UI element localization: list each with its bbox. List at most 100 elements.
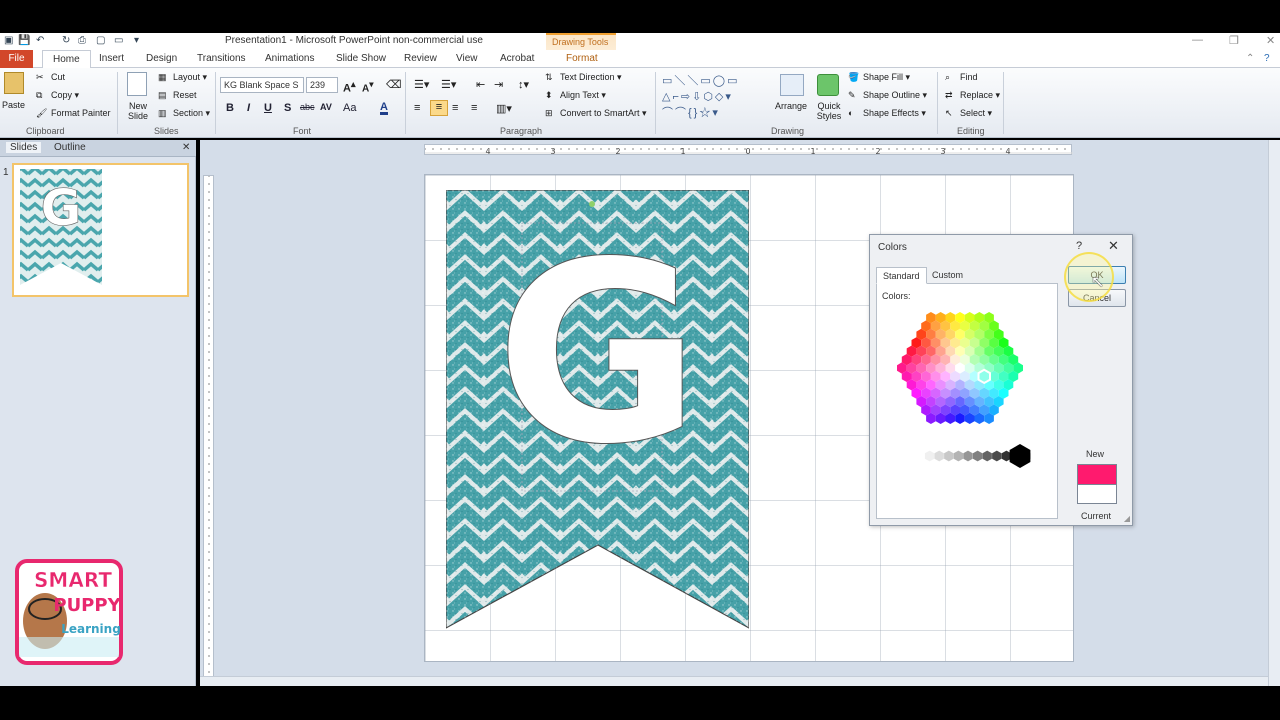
tab-outline-panel[interactable]: Outline xyxy=(54,142,86,153)
close-panel-icon[interactable]: ✕ xyxy=(182,142,190,153)
underline-button[interactable]: U xyxy=(264,102,272,114)
tab-acrobat[interactable]: Acrobat xyxy=(500,53,534,64)
reset-button[interactable]: ▤ Reset xyxy=(158,90,197,101)
tab-slideshow[interactable]: Slide Show xyxy=(336,53,386,64)
notes-divider[interactable] xyxy=(200,676,1268,686)
smartart-icon: ⊞ xyxy=(545,108,553,119)
tab-animations[interactable]: Animations xyxy=(265,53,314,64)
reset-label: Reset xyxy=(173,90,197,100)
black-cell xyxy=(1009,444,1031,468)
minimize-icon[interactable]: — xyxy=(1192,34,1203,46)
tab-file[interactable]: File xyxy=(0,50,33,68)
select-label: Select xyxy=(960,108,986,118)
close-window-icon[interactable]: ✕ xyxy=(1266,34,1275,47)
vertical-scrollbar[interactable] xyxy=(1268,140,1280,686)
font-family-combo[interactable]: KG Blank Space S xyxy=(220,77,304,93)
new-slide-icon[interactable] xyxy=(127,72,147,96)
save-icon[interactable]: 💾 xyxy=(18,35,30,46)
tab-standard[interactable]: Standard xyxy=(876,267,927,284)
slide-thumbnail[interactable]: G xyxy=(12,163,189,297)
strikethrough-button[interactable]: abc xyxy=(300,102,315,112)
tab-review[interactable]: Review xyxy=(404,53,437,64)
clipboard-group-label: Clipboard xyxy=(26,126,65,136)
new-file-icon[interactable]: ▢ xyxy=(96,35,105,46)
tab-design[interactable]: Design xyxy=(146,53,177,64)
numbering-icon[interactable]: ☰▾ xyxy=(441,78,456,91)
quick-styles-icon[interactable] xyxy=(817,74,839,96)
new-slide-button[interactable]: New Slide xyxy=(122,101,154,121)
customize-icon[interactable]: ▾ xyxy=(134,35,139,46)
tab-insert[interactable]: Insert xyxy=(99,53,124,64)
color-honeycomb[interactable] xyxy=(877,284,1057,518)
format-painter-button[interactable]: 🖌 Format Painter xyxy=(36,108,111,119)
find-button[interactable]: ⌕ Find xyxy=(945,72,978,83)
bottom-letterbox xyxy=(0,686,1280,720)
divider xyxy=(655,72,656,134)
text-direction-button[interactable]: ⇅ Text Direction ▾ xyxy=(545,72,622,83)
dialog-help-icon[interactable]: ? xyxy=(1076,240,1082,252)
character-spacing-button[interactable]: AV xyxy=(320,102,332,112)
change-case-button[interactable]: Aa xyxy=(343,102,356,114)
cut-button[interactable]: ✂ Cut xyxy=(36,72,65,83)
shadow-button[interactable]: S xyxy=(284,102,291,114)
italic-button[interactable]: I xyxy=(247,102,250,114)
drawing-group-label: Drawing xyxy=(771,126,805,136)
chevron-banner-shape[interactable]: G xyxy=(445,189,750,630)
convert-smartart-button[interactable]: ⊞ Convert to SmartArt ▾ xyxy=(545,108,647,119)
undo-icon[interactable]: ↶ xyxy=(36,35,44,46)
bullets-icon[interactable]: ☰▾ xyxy=(414,78,429,91)
shapes-gallery[interactable]: ▭＼＼▭◯▭ △⌐⇨⇩⬡◇▾ ⌒⌒{}☆▾ xyxy=(662,73,768,123)
font-color-button[interactable]: A xyxy=(380,102,388,115)
restore-icon[interactable]: ❐ xyxy=(1229,34,1239,47)
tab-format[interactable]: Format xyxy=(566,53,598,64)
align-text-icon: ⬍ xyxy=(545,90,553,101)
dialog-close-icon[interactable]: ✕ xyxy=(1108,238,1119,254)
logo-line2: PUPPY xyxy=(53,595,121,616)
align-left-icon[interactable]: ≡ xyxy=(414,102,420,114)
align-right-icon[interactable]: ≡ xyxy=(452,102,458,114)
increase-indent-icon[interactable]: ⇥ xyxy=(494,78,503,91)
divider xyxy=(1003,72,1004,134)
font-size-combo[interactable]: 239 xyxy=(306,77,338,93)
quick-styles-button[interactable]: Quick Styles xyxy=(812,101,846,121)
shape-fill-button[interactable]: 🪣 Shape Fill ▾ xyxy=(848,72,910,83)
tab-transitions[interactable]: Transitions xyxy=(197,53,246,64)
ribbon-minimize-icon[interactable]: ⌃ xyxy=(1246,53,1254,64)
arrange-button[interactable]: Arrange xyxy=(775,101,807,111)
select-button[interactable]: ↖ Select ▾ xyxy=(945,108,992,119)
clear-formatting-icon[interactable]: ⌫ xyxy=(386,78,402,91)
help-icon[interactable]: ? xyxy=(1264,53,1270,64)
print-preview-icon[interactable]: ⎙ xyxy=(78,35,86,46)
decrease-indent-icon[interactable]: ⇤ xyxy=(476,78,485,91)
shape-outline-button[interactable]: ✎ Shape Outline ▾ xyxy=(848,90,927,101)
open-folder-icon[interactable]: ▭ xyxy=(114,35,123,46)
paste-icon[interactable] xyxy=(4,72,24,94)
columns-icon[interactable]: ▥▾ xyxy=(496,102,512,115)
dialog-title: Colors xyxy=(878,242,907,253)
format-painter-label: Format Painter xyxy=(51,108,111,118)
resize-grip-icon[interactable]: ◢ xyxy=(1124,514,1130,523)
shrink-font-icon[interactable]: A▾ xyxy=(362,79,373,94)
paste-button[interactable]: Paste xyxy=(2,100,25,110)
tab-slides-panel[interactable]: Slides xyxy=(6,142,42,153)
arrange-icon[interactable] xyxy=(780,74,804,96)
app-icon[interactable]: ▣ xyxy=(4,35,13,46)
section-button[interactable]: ▥ Section ▾ xyxy=(158,108,210,119)
copy-button[interactable]: ⧉ Copy ▾ xyxy=(36,90,79,101)
justify-icon[interactable]: ≡ xyxy=(471,102,477,114)
effects-icon: ◐ xyxy=(848,108,854,119)
layout-button[interactable]: ▦ Layout ▾ xyxy=(158,72,207,83)
align-center-icon[interactable]: ≡ xyxy=(430,100,448,116)
tab-home[interactable]: Home xyxy=(42,50,91,69)
redo-icon[interactable]: ↻ xyxy=(62,35,70,46)
layout-icon: ▦ xyxy=(158,72,167,83)
align-text-button[interactable]: ⬍ Align Text ▾ xyxy=(545,90,606,101)
tab-view[interactable]: View xyxy=(456,53,478,64)
shape-effects-button[interactable]: ◐ Shape Effects ▾ xyxy=(848,108,926,119)
divider xyxy=(117,72,118,134)
tab-custom[interactable]: Custom xyxy=(926,267,969,284)
replace-button[interactable]: ⇄ Replace ▾ xyxy=(945,90,1000,101)
line-spacing-icon[interactable]: ↕▾ xyxy=(518,78,529,91)
grow-font-icon[interactable]: A▴ xyxy=(343,79,356,95)
bold-button[interactable]: B xyxy=(226,102,234,114)
